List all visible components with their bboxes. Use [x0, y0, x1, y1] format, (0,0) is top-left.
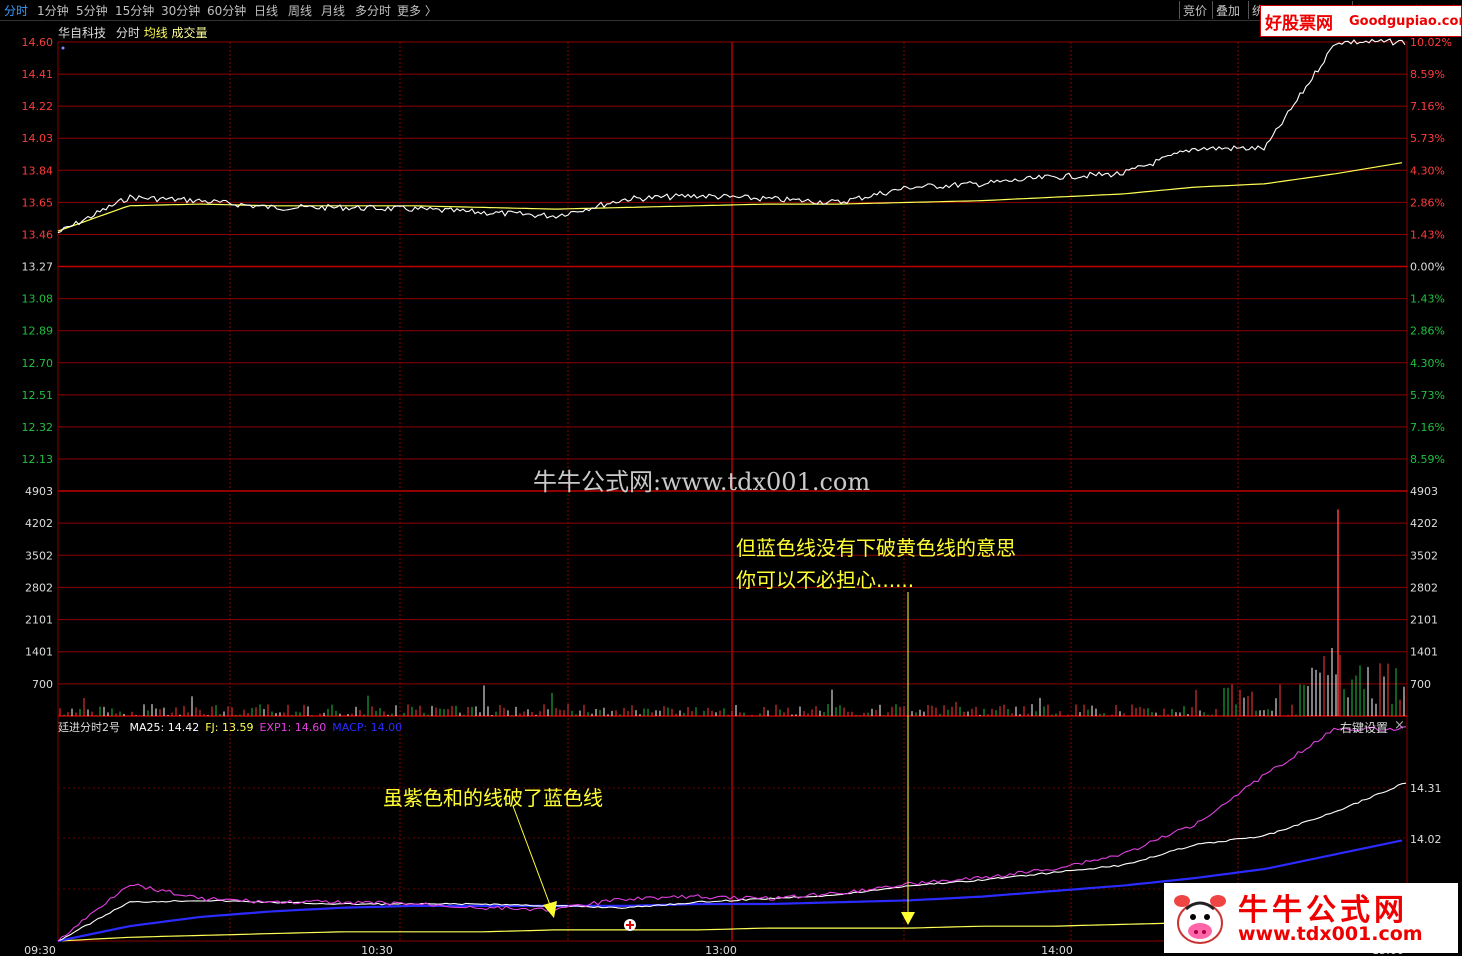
price-tick: 13.27: [22, 261, 54, 274]
pct-tick: 5.73%: [1410, 132, 1445, 145]
indicator-value-3: MACP: 14.00: [332, 721, 403, 734]
annotation-arrow-line-2: [512, 805, 551, 906]
price-tick: 14.03: [22, 132, 54, 145]
volume-tick: 3502: [25, 549, 53, 562]
annotation-blue-line: 但蓝色线没有下破黄色线的意思: [736, 536, 1016, 560]
price-tick: 13.84: [22, 164, 54, 177]
site-logo-top: 好股票网 Goodgupiao.com: [1260, 5, 1462, 37]
pct-tick: 8.59%: [1410, 453, 1445, 466]
logo-bottom-url: www.tdx001.com: [1238, 923, 1423, 945]
pct-tick: 2.86%: [1410, 325, 1445, 338]
pct-tick: 4.30%: [1410, 357, 1445, 370]
volume-tick-right: 4202: [1410, 517, 1438, 530]
pct-tick: 2.86%: [1410, 196, 1445, 209]
price-tick: 12.51: [22, 389, 54, 402]
pct-tick: 0.00%: [1410, 261, 1445, 274]
pct-tick: 1.43%: [1410, 293, 1445, 306]
avg-line-label: 均线: [143, 26, 168, 40]
pct-tick: 8.59%: [1410, 68, 1445, 81]
time-tick: 09:30: [24, 944, 56, 956]
price-tick: 14.41: [22, 68, 54, 81]
volume-tick-right: 2802: [1410, 581, 1438, 594]
annotation-arrowhead-2: [543, 901, 557, 918]
indicator-value-2: EXP1: 14.60: [259, 721, 327, 734]
price-tick: 13.46: [22, 228, 54, 241]
volume-tick: 4903: [25, 485, 53, 498]
volume-tick: 4202: [25, 517, 53, 530]
volume-tick-right: 3502: [1410, 549, 1438, 562]
price-tick: 12.89: [22, 325, 54, 338]
volume-tick: 700: [32, 678, 53, 691]
pct-tick: 10.02%: [1410, 36, 1452, 49]
logo-top-domain: Goodgupiao.com: [1349, 14, 1462, 29]
site-logo-bottom: 牛牛公式网 www.tdx001.com: [1164, 883, 1458, 953]
stock-name: 华自科技: [58, 26, 107, 40]
volume-tick: 2802: [25, 581, 53, 594]
cursor-dot: [61, 46, 65, 50]
price-tick: 12.70: [22, 357, 54, 370]
time-tick: 13:00: [705, 944, 737, 956]
annotation-blue-line-2: 你可以不必担心......: [736, 568, 915, 592]
price-tick: 12.32: [22, 421, 54, 434]
volume-tick-right: 2101: [1410, 614, 1438, 627]
pct-tick: 5.73%: [1410, 389, 1445, 402]
view-label: 分时: [115, 26, 140, 40]
indicator-header: 廷进分时2号 MA25: 14.42 FJ: 13.59 EXP1: 14.60 MA…: [58, 719, 402, 735]
watermark: 牛牛公式网:www.tdx001.com: [533, 468, 871, 496]
volume-tick-right: 700: [1410, 678, 1431, 691]
close-icon[interactable]: ×: [1394, 718, 1405, 733]
volume-tick: 1401: [25, 646, 53, 659]
volume-tick-right: 4903: [1410, 485, 1438, 498]
volume-label: 成交量: [171, 26, 208, 40]
pct-tick: 7.16%: [1410, 421, 1445, 434]
indicator-tick: 14.31: [1410, 782, 1442, 795]
price-tick: 13.08: [22, 293, 54, 306]
annotation-arrowhead: [901, 912, 915, 925]
indicator-tick: 14.02: [1410, 833, 1442, 846]
price-tick: 12.13: [22, 453, 54, 466]
price-tick: 13.65: [22, 196, 54, 209]
logo-top-text: 好股票网: [1265, 14, 1333, 34]
annotation-purple-line: 虽紫色和的线破了蓝色线: [383, 786, 603, 810]
indicator-value-1: FJ: 13.59: [205, 721, 254, 734]
volume-tick-right: 1401: [1410, 646, 1438, 659]
price-tick: 14.22: [22, 100, 54, 113]
cow-icon: [1174, 895, 1226, 944]
indicator-name[interactable]: 廷进分时2号: [58, 721, 120, 734]
price-tick: 14.60: [22, 36, 54, 49]
pct-tick: 4.30%: [1410, 164, 1445, 177]
pct-tick: 1.43%: [1410, 228, 1445, 241]
time-tick: 14:00: [1041, 944, 1073, 956]
settings-label[interactable]: 右键设置: [1340, 719, 1388, 736]
time-tick: 10:30: [361, 944, 393, 956]
volume-tick: 2101: [25, 614, 53, 627]
stock-info: 华自科技 分时 均线 成交量: [58, 24, 208, 41]
pct-tick: 7.16%: [1410, 100, 1445, 113]
indicator-value-0: MA25: 14.42: [129, 721, 200, 734]
